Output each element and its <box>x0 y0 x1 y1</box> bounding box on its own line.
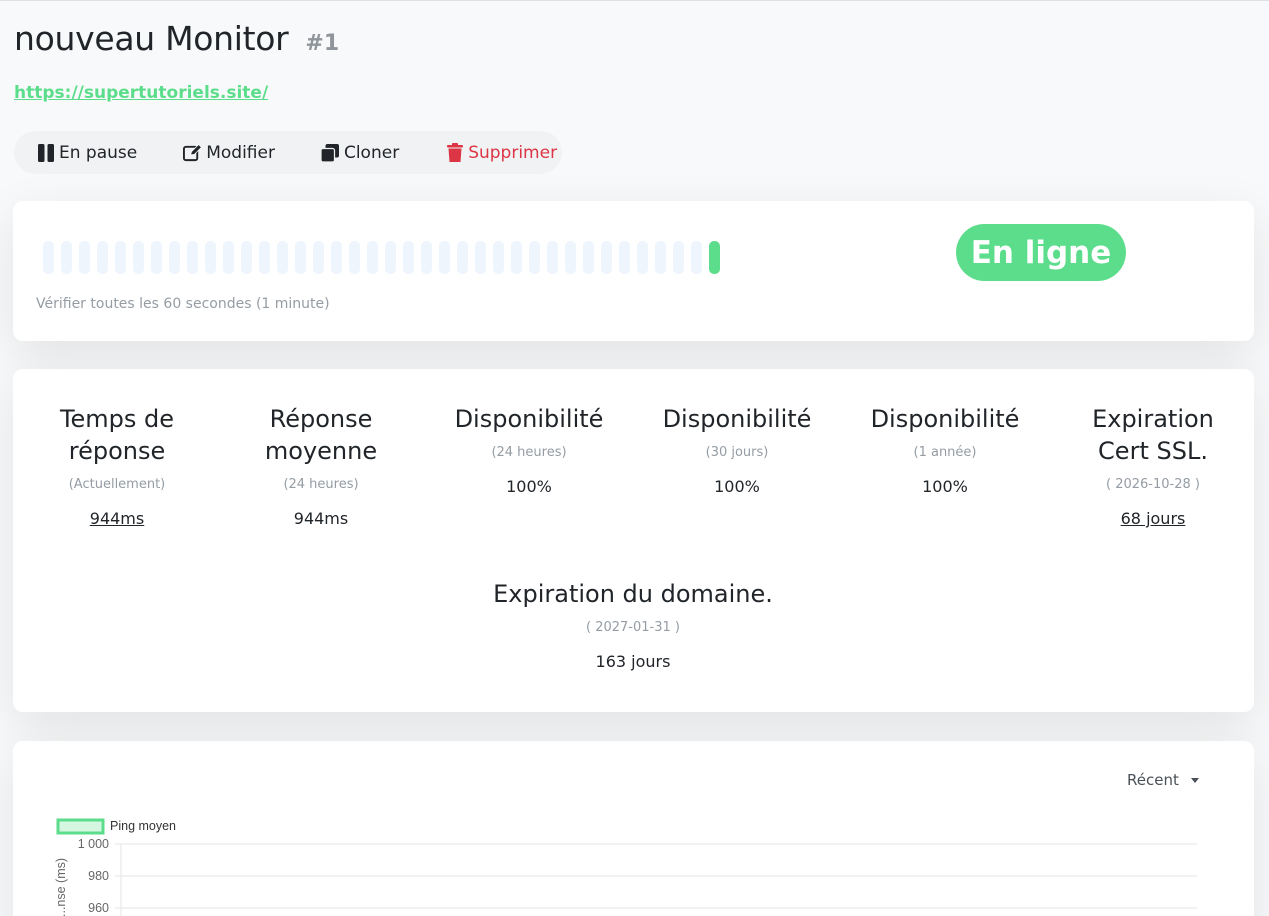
heartbeat-empty[interactable] <box>583 241 594 274</box>
heartbeat-empty[interactable] <box>331 241 342 274</box>
heartbeat-empty[interactable] <box>457 241 468 274</box>
legend-label: Ping moyen <box>110 819 176 833</box>
heartbeat-empty[interactable] <box>637 241 648 274</box>
stat-title: Temps de réponse <box>59 405 175 465</box>
y-tick-label: 960 <box>88 901 109 915</box>
stat-title: Expiration du domaine. <box>493 580 773 608</box>
stat-value-link[interactable]: 944ms <box>13 509 221 528</box>
heartbeat-empty[interactable] <box>277 241 288 274</box>
edit-icon <box>183 143 203 162</box>
stat-subtitle: (30 jours) <box>705 445 769 460</box>
trash-icon <box>445 143 464 162</box>
monitor-name: nouveau Monitor <box>14 19 289 58</box>
stat-uptime-1y: Disponibilité (1 année) 100% <box>841 403 1049 496</box>
stat-title: Réponse moyenne <box>264 405 378 465</box>
stat-ssl-expiry: Expiration Cert SSL. ( 2026-10-28 ) 68 j… <box>1049 403 1257 528</box>
heartbeat-empty[interactable] <box>493 241 504 274</box>
clone-icon <box>321 143 340 162</box>
heartbeat-empty[interactable] <box>187 241 198 274</box>
edit-label: Modifier <box>206 142 275 163</box>
heartbeat-empty[interactable] <box>223 241 234 274</box>
pause-icon <box>36 143 55 162</box>
heartbeat-empty[interactable] <box>259 241 270 274</box>
heartbeat-empty[interactable] <box>673 241 684 274</box>
delete-button[interactable]: Supprimer <box>423 131 557 174</box>
legend-swatch <box>56 818 105 835</box>
heartbeat-empty[interactable] <box>97 241 108 274</box>
heartbeat-bar <box>43 241 720 274</box>
monitor-id: #1 <box>305 31 340 56</box>
stat-subtitle: ( 2027-01-31 ) <box>586 620 680 635</box>
heartbeat-empty[interactable] <box>565 241 576 274</box>
heartbeat-empty[interactable] <box>367 241 378 274</box>
heartbeat-empty[interactable] <box>475 241 486 274</box>
heartbeat-empty[interactable] <box>133 241 144 274</box>
stat-domain-expiry: Expiration du domaine. ( 2027-01-31 ) 16… <box>433 578 833 671</box>
stat-title: Disponibilité <box>870 405 1020 433</box>
monitor-toolbar: En pause Modifier Cloner Supprimer <box>14 131 562 174</box>
heartbeat-empty[interactable] <box>619 241 630 274</box>
heartbeat-empty[interactable] <box>61 241 72 274</box>
y-axis-label: ...nse (ms) <box>54 858 68 916</box>
heartbeat-empty[interactable] <box>43 241 54 274</box>
stat-value: 944ms <box>293 509 349 528</box>
stat-title: Disponibilité <box>454 405 604 433</box>
heartbeat-empty[interactable] <box>115 241 126 274</box>
heartbeat-empty[interactable] <box>349 241 360 274</box>
page-header: nouveau Monitor #1 <box>14 19 339 58</box>
chart-card: Récent Ping moyen 1 000 980 960 ...nse (ms) <box>13 741 1254 916</box>
heartbeat-empty[interactable] <box>169 241 180 274</box>
stat-subtitle: (1 année) <box>913 445 977 460</box>
heartbeat-empty[interactable] <box>313 241 324 274</box>
stat-value: 100% <box>714 477 760 496</box>
heartbeat-card: Vérifier toutes les 60 secondes (1 minut… <box>13 201 1254 341</box>
stat-title: Disponibilité <box>662 405 812 433</box>
heartbeat-empty[interactable] <box>151 241 162 274</box>
stats-card: Temps de réponse (Actuellement) 944ms Ré… <box>13 369 1254 712</box>
stat-uptime-24h: Disponibilité (24 heures) 100% <box>425 403 633 496</box>
y-tick-label: 980 <box>88 869 109 883</box>
heartbeat-empty[interactable] <box>439 241 450 274</box>
stat-value: 100% <box>922 477 968 496</box>
pause-button[interactable]: En pause <box>14 131 137 174</box>
heartbeat-empty[interactable] <box>547 241 558 274</box>
heartbeat-empty[interactable] <box>511 241 522 274</box>
ping-chart: Ping moyen1 000 980 960 ...nse (ms) <box>54 818 1197 916</box>
stat-avg-response: Réponse moyenne (24 heures) 944ms <box>217 403 425 528</box>
stat-value-link[interactable]: 68 jours <box>1049 509 1257 528</box>
heartbeat-empty[interactable] <box>601 241 612 274</box>
stat-uptime-30d: Disponibilité (30 jours) 100% <box>633 403 841 496</box>
heartbeat-empty[interactable] <box>691 241 702 274</box>
y-tick-label: 1 000 <box>78 837 109 851</box>
stat-subtitle: (24 heures) <box>283 477 359 492</box>
stat-subtitle: ( 2026-10-28 ) <box>1106 477 1200 492</box>
stat-value: 100% <box>506 477 552 496</box>
heartbeat-empty[interactable] <box>529 241 540 274</box>
monitor-url-link[interactable]: https://supertutoriels.site/ <box>14 83 268 103</box>
heartbeat-up[interactable] <box>709 241 720 274</box>
stat-response-time: Temps de réponse (Actuellement) 944ms <box>13 403 221 528</box>
heartbeat-empty[interactable] <box>205 241 216 274</box>
heartbeat-empty[interactable] <box>385 241 396 274</box>
stat-subtitle: (Actuellement) <box>68 477 166 492</box>
status-badge: En ligne <box>956 224 1126 281</box>
heartbeat-empty[interactable] <box>295 241 306 274</box>
heartbeat-empty[interactable] <box>421 241 432 274</box>
pause-label: En pause <box>59 142 138 163</box>
heartbeat-empty[interactable] <box>403 241 414 274</box>
delete-label: Supprimer <box>468 142 558 163</box>
edit-button[interactable]: Modifier <box>161 131 275 174</box>
heartbeat-empty[interactable] <box>79 241 90 274</box>
heartbeat-empty[interactable] <box>655 241 666 274</box>
clone-button[interactable]: Cloner <box>299 131 399 174</box>
clone-label: Cloner <box>343 142 400 163</box>
stat-subtitle: (24 heures) <box>491 445 567 460</box>
stat-title: Expiration Cert SSL. <box>1092 405 1214 465</box>
stat-value: 163 jours <box>595 652 671 671</box>
heartbeat-empty[interactable] <box>241 241 252 274</box>
check-interval-text: Vérifier toutes les 60 secondes (1 minut… <box>36 296 330 312</box>
